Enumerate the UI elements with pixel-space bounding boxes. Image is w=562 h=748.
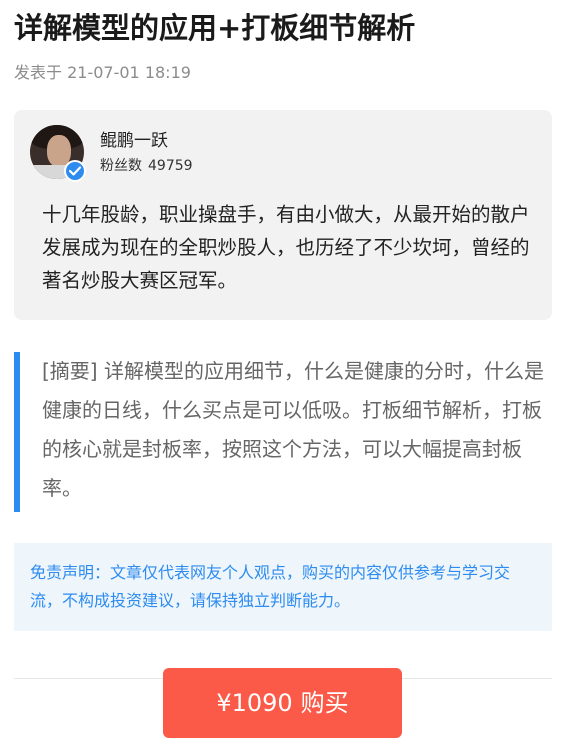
price-label: ¥1090 [216, 689, 293, 717]
summary-text: [摘要] 详解模型的应用细节，什么是健康的分时，什么是健康的日线，什么买点是可以… [42, 359, 544, 500]
publish-info: 发表于 21-07-01 18:19 [14, 62, 191, 84]
article-page: 详解模型的应用+打板细节解析 发表于 21-07-01 18:19 鲲鹏一跃 粉… [0, 0, 562, 748]
buy-label: 购买 [300, 689, 349, 717]
fans-count: 49759 [148, 158, 193, 174]
published-date: 21-07-01 18:19 [67, 63, 191, 82]
article-title: 详解模型的应用+打板细节解析 [14, 11, 416, 45]
author-bio: 十几年股龄，职业操盘手，有由小做大，从最开始的散户发展成为现在的全职炒股人，也历… [42, 203, 530, 292]
fans-label: 粉丝数 [100, 158, 142, 174]
author-name[interactable]: 鲲鹏一跃 [100, 130, 168, 152]
fans-count-row: 粉丝数 49759 [100, 156, 199, 176]
buy-button[interactable]: ¥1090 购买 [163, 668, 402, 738]
published-label: 发表于 [14, 63, 63, 82]
author-card: 鲲鹏一跃 粉丝数 49759 十几年股龄，职业操盘手，有由小做大，从最开始的散户发… [14, 110, 552, 320]
disclaimer-box: 免责声明：文章仅代表网友个人观点，购买的内容仅供参考与学习交流，不构成投资建议，… [14, 543, 552, 631]
disclaimer-text: 免责声明：文章仅代表网友个人观点，购买的内容仅供参考与学习交流，不构成投资建议，… [30, 563, 511, 610]
verified-check-icon [64, 160, 86, 182]
article-summary: [摘要] 详解模型的应用细节，什么是健康的分时，什么是健康的日线，什么买点是可以… [14, 352, 550, 512]
